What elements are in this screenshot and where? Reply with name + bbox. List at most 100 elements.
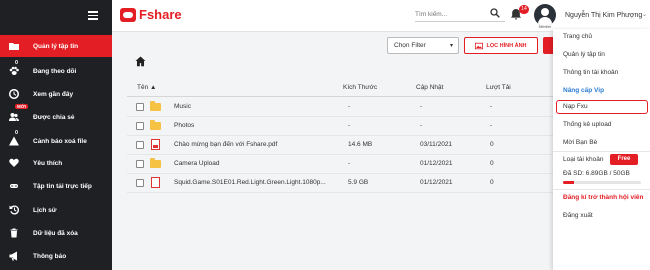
notification-count-badge: 14: [519, 5, 529, 14]
file-icon: [151, 177, 160, 188]
storage-usage-text: Đã SD: 6.89GB / 50GB: [563, 170, 630, 177]
sidebar-item-history[interactable]: Lịch sử: [0, 199, 112, 221]
logo-text[interactable]: Fshare: [139, 7, 182, 22]
menu-item-account-info[interactable]: Thông tin tài khoản: [563, 69, 618, 76]
hamburger-menu-icon[interactable]: [88, 11, 98, 20]
image-filter-button-label: LỌC HÌNH ẢNH: [486, 42, 527, 49]
user-name[interactable]: Nguyễn Thị Kim Phượng: [565, 12, 642, 19]
table-row[interactable]: Chào mừng bạn đến với Fshare.pdf 14.6 MB…: [127, 136, 554, 155]
file-downloads: 0: [490, 160, 494, 167]
sidebar-item-recent[interactable]: Xem gần đây: [0, 83, 112, 105]
file-name[interactable]: Squid.Game.S01E01.Red.Light.Green.Light.…: [174, 179, 331, 186]
clock-icon: [8, 88, 20, 100]
row-checkbox[interactable]: [136, 103, 144, 111]
megaphone-icon: [8, 250, 20, 262]
account-type-label: Loại tài khoản: [563, 156, 604, 163]
sidebar-item-label: Thông báo: [33, 252, 67, 260]
home-icon[interactable]: [135, 56, 146, 67]
menu-item-logout[interactable]: Đăng xuất: [563, 212, 593, 219]
file-name[interactable]: Music: [174, 103, 331, 110]
row-checkbox[interactable]: [136, 160, 144, 168]
fshare-logo-icon[interactable]: [120, 8, 136, 22]
column-header-name[interactable]: Tên ▲: [137, 84, 156, 91]
file-updated: 01/12/2021: [420, 160, 453, 167]
sidebar-item-label: Đang theo dõi: [33, 67, 77, 75]
sidebar-item-shared[interactable]: MỚI Được chia sẻ: [0, 104, 112, 128]
table-row[interactable]: Music - - -: [127, 98, 554, 117]
sidebar: Quản lý tập tin 0 Đang theo dõi Xem gần …: [0, 0, 112, 270]
folder-icon: [150, 101, 161, 111]
file-name[interactable]: Chào mừng bạn đến với Fshare.pdf: [174, 141, 331, 148]
menu-item-upload-stats[interactable]: Thống kê upload: [563, 121, 611, 128]
top-header: Fshare 14 Member Nguyễn Thị Kim Phượng ⌄: [112, 0, 650, 32]
link-icon: [8, 180, 20, 192]
menu-item-home[interactable]: Trang chủ: [563, 33, 592, 40]
filter-select-value: Chọn Filter: [394, 42, 426, 49]
file-updated: -: [420, 103, 423, 110]
file-name[interactable]: Camera Upload: [174, 160, 331, 167]
sidebar-item-notifications[interactable]: Thông báo: [0, 245, 112, 267]
sidebar-item-direct-download[interactable]: Tập tin tải trực tiếp: [0, 175, 112, 197]
file-updated: 01/12/2021: [420, 179, 453, 186]
storage-usage-bar: [563, 181, 641, 184]
row-checkbox[interactable]: [136, 179, 144, 187]
menu-item-upgrade-vip[interactable]: Nâng cấp Vip: [563, 87, 604, 94]
avatar[interactable]: [534, 4, 556, 26]
file-size: -: [348, 122, 351, 129]
trash-icon: [8, 227, 20, 239]
menu-item-file-manager[interactable]: Quản lý tập tin: [563, 51, 605, 58]
header-divider: [127, 96, 554, 97]
new-tag: MỚI: [15, 104, 28, 109]
file-updated: -: [420, 122, 423, 129]
sidebar-item-label: Dữ liệu đã xóa: [33, 229, 78, 237]
menu-divider: [553, 189, 650, 190]
sidebar-item-label: Được chia sẻ: [33, 113, 75, 121]
sidebar-item-label: Lịch sử: [33, 206, 57, 214]
chevron-down-icon[interactable]: ⌄: [642, 11, 647, 18]
sidebar-item-file-manager[interactable]: Quản lý tập tin: [0, 35, 112, 57]
table-row[interactable]: Photos - - -: [127, 117, 554, 136]
row-checkbox[interactable]: [136, 141, 144, 149]
file-size: -: [348, 103, 351, 110]
folder-icon: [150, 158, 161, 168]
image-filter-button[interactable]: LỌC HÌNH ẢNH: [464, 37, 538, 54]
file-downloads: -: [490, 122, 493, 129]
file-downloads: 0: [490, 141, 494, 148]
file-size: -: [348, 160, 351, 167]
storage-usage-fill: [563, 181, 574, 184]
folder-icon: [8, 40, 20, 52]
account-type-badge: Free: [610, 154, 638, 165]
pdf-file-icon: [151, 139, 160, 150]
history-icon: [8, 204, 20, 216]
search-icon[interactable]: [490, 8, 500, 18]
menu-item-top-up-fxu[interactable]: Nạp Fxu: [563, 103, 588, 110]
menu-divider: [553, 151, 650, 152]
sidebar-item-deleted-data[interactable]: Dữ liệu đã xóa: [0, 222, 112, 244]
table-row[interactable]: Squid.Game.S01E01.Red.Light.Green.Light.…: [127, 174, 554, 193]
row-checkbox[interactable]: [136, 122, 144, 130]
sidebar-item-delete-warning[interactable]: 0 Cảnh báo xoá file: [0, 130, 112, 152]
file-updated: 03/11/2021: [420, 141, 453, 148]
file-downloads: 0: [490, 179, 494, 186]
sidebar-item-following[interactable]: 0 Đang theo dõi: [0, 60, 112, 82]
column-header-updated[interactable]: Cập Nhật: [416, 84, 443, 91]
menu-item-invite-friends[interactable]: Mời Bạn Bè: [563, 139, 597, 146]
user-dropdown-menu: Trang chủ Quản lý tập tin Thông tin tài …: [553, 29, 650, 270]
upload-button[interactable]: [543, 37, 553, 54]
table-row[interactable]: Camera Upload - 01/12/2021 0: [127, 155, 554, 174]
search-input[interactable]: [415, 11, 485, 18]
file-name[interactable]: Photos: [174, 122, 331, 129]
image-icon: [475, 42, 484, 49]
filter-select[interactable]: Chọn Filter ▾: [387, 37, 459, 54]
sidebar-item-favorites[interactable]: Yêu thích: [0, 152, 112, 174]
menu-item-register-member[interactable]: Đăng kí trở thành hội viên: [563, 194, 643, 201]
chevron-down-icon: ▾: [449, 43, 453, 49]
folder-icon: [150, 120, 161, 130]
paw-icon: [8, 65, 20, 77]
warning-icon: [8, 135, 20, 147]
column-header-downloads[interactable]: Lượt Tải: [486, 84, 511, 91]
sidebar-item-label: Xem gần đây: [33, 90, 74, 98]
column-header-size[interactable]: Kích Thước: [343, 84, 377, 91]
file-size: 5.9 GB: [348, 179, 369, 186]
following-count-badge: 0: [15, 60, 19, 66]
